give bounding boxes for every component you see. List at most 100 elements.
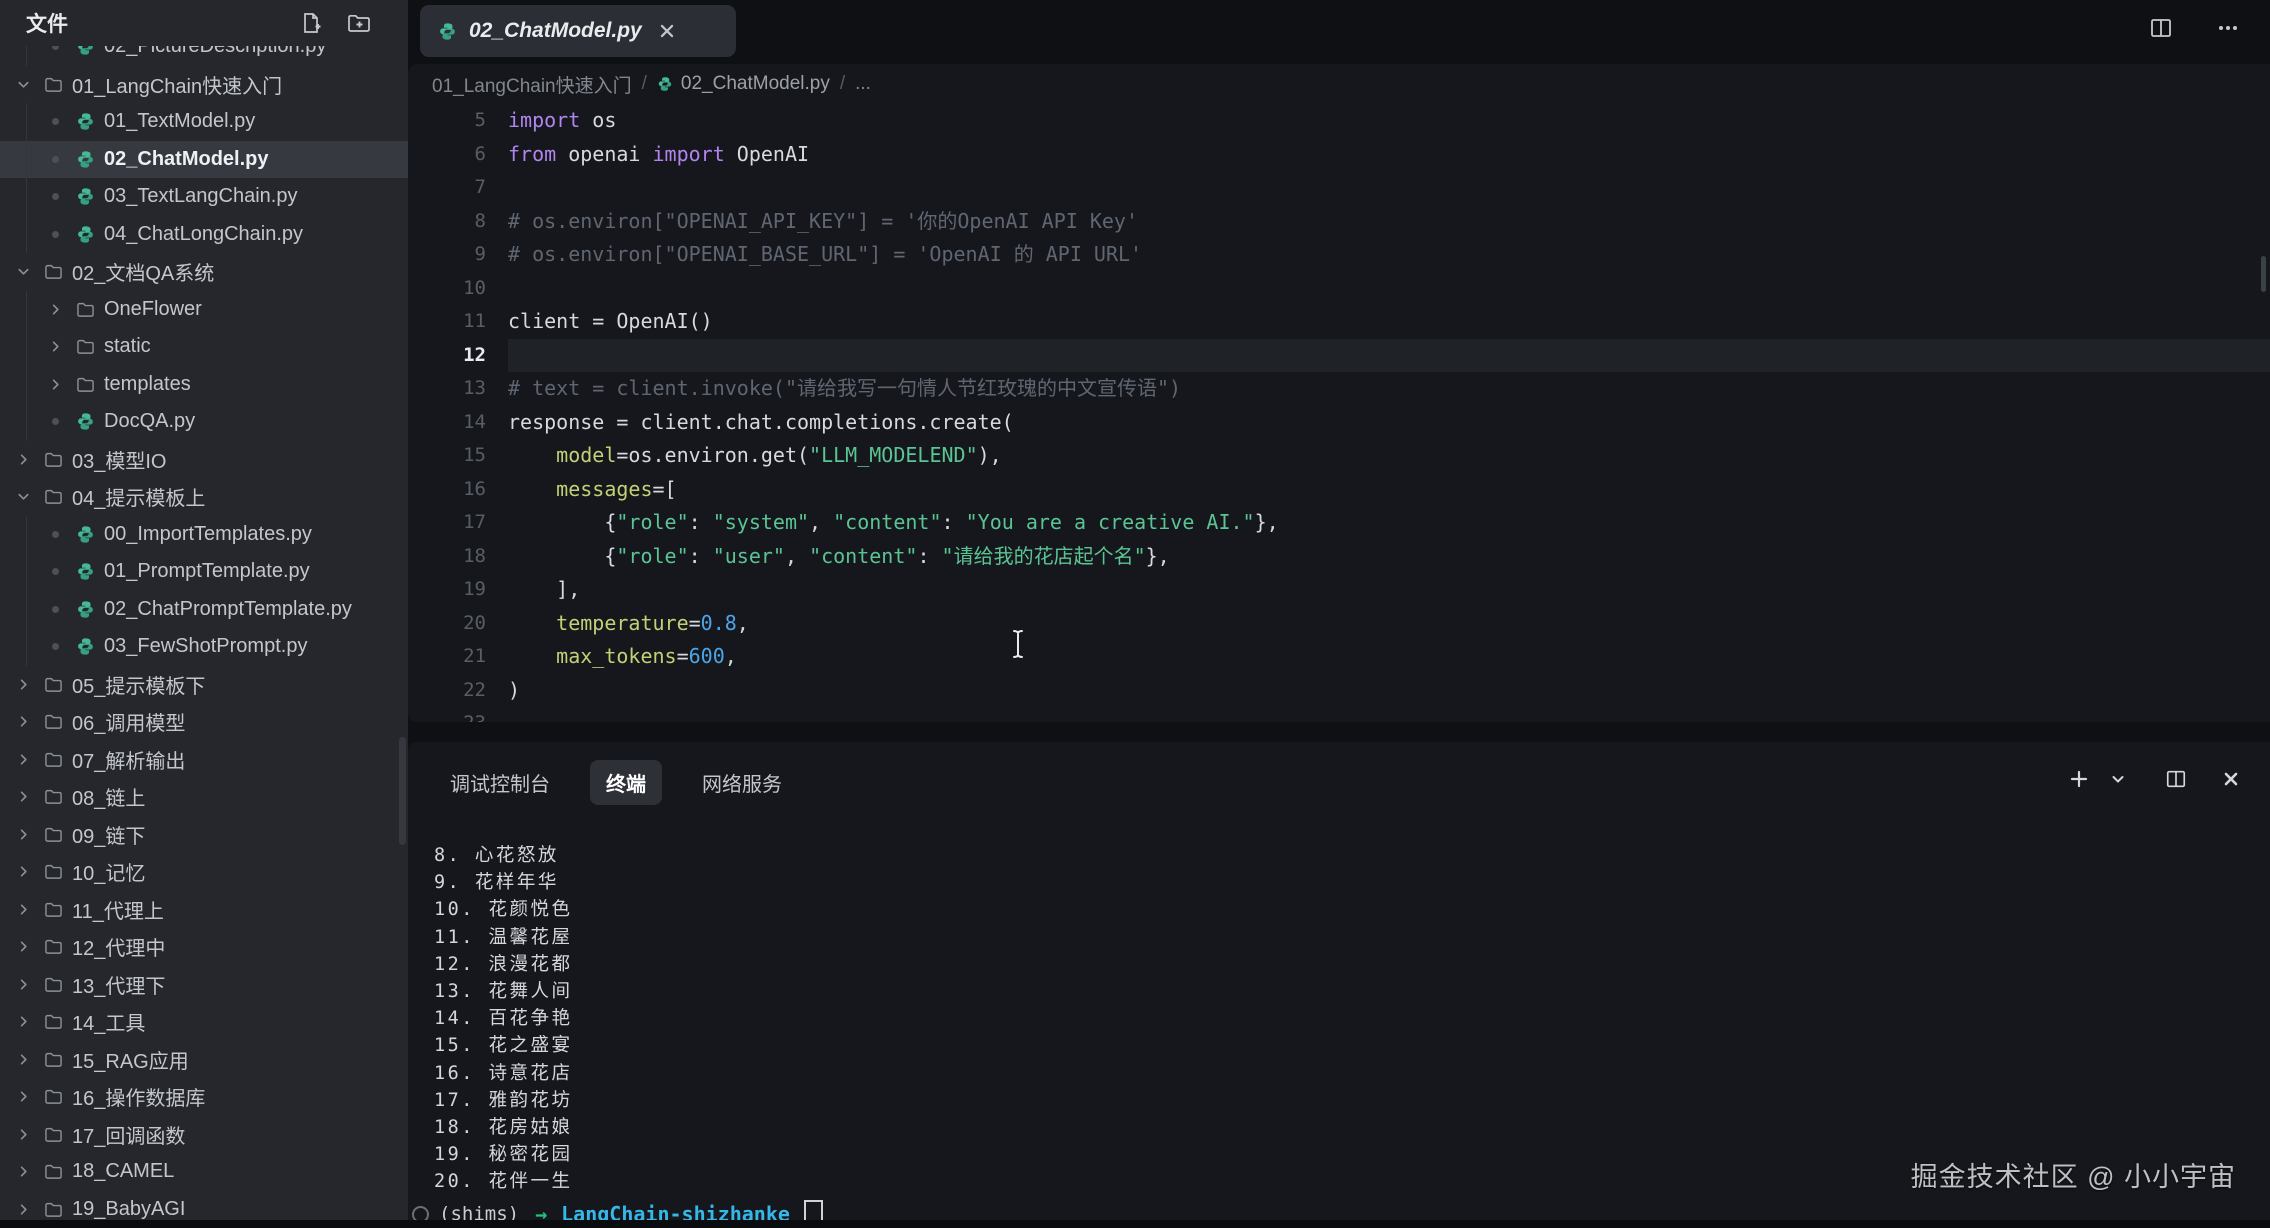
tree-item-04_提示模板上[interactable]: 04_提示模板上: [0, 478, 408, 516]
new-folder-button[interactable]: [346, 10, 372, 36]
tree-item-01_PromptTemplate.py[interactable]: 01_PromptTemplate.py: [0, 553, 408, 591]
code-line-5[interactable]: 5import os: [408, 104, 2270, 138]
tree-item-label: 02_ChatModel.py: [104, 148, 268, 171]
panel-tab-终端[interactable]: 终端: [590, 760, 662, 805]
chevron-right-icon[interactable]: [8, 827, 38, 842]
chevron-down-icon[interactable]: [8, 489, 38, 504]
new-file-button[interactable]: [298, 10, 324, 36]
chevron-right-icon[interactable]: [8, 977, 38, 992]
tree-item-OneFlower[interactable]: OneFlower: [0, 291, 408, 329]
tree-item-18_CAMEL[interactable]: 18_CAMEL: [0, 1153, 408, 1191]
code-line-10[interactable]: 10: [408, 272, 2270, 306]
terminal-dropdown-button[interactable]: [2104, 771, 2132, 787]
chevron-right-icon[interactable]: [8, 1052, 38, 1067]
code-line-13[interactable]: 13# text = client.invoke("请给我写一句情人节红玫瑰的中…: [408, 372, 2270, 406]
chevron-right-icon[interactable]: [8, 677, 38, 692]
code-line-17[interactable]: 17 {"role": "system", "content": "You ar…: [408, 506, 2270, 540]
code-line-21[interactable]: 21 max_tokens=600,: [408, 640, 2270, 674]
sidebar-scrollbar-thumb[interactable]: [399, 737, 406, 845]
file-tree[interactable]: 02_PictureDescription.py01_LangChain快速入门…: [0, 28, 408, 1220]
chevron-right-icon[interactable]: [8, 1164, 38, 1179]
folder-icon: [38, 451, 68, 468]
code-line-12[interactable]: 12: [408, 339, 2270, 373]
close-panel-button[interactable]: [2216, 770, 2246, 788]
folder-icon: [38, 976, 68, 993]
chevron-right-icon[interactable]: [40, 339, 70, 354]
tree-item-03_TextLangChain.py[interactable]: 03_TextLangChain.py: [0, 178, 408, 216]
tree-item-00_ImportTemplates.py[interactable]: 00_ImportTemplates.py: [0, 516, 408, 554]
tree-item-02_文档QA系统[interactable]: 02_文档QA系统: [0, 253, 408, 291]
panel-tab-网络服务[interactable]: 网络服务: [686, 760, 798, 805]
code-line-19[interactable]: 19 ],: [408, 573, 2270, 607]
tree-item-07_解析输出[interactable]: 07_解析输出: [0, 741, 408, 779]
chevron-right-icon[interactable]: [8, 864, 38, 879]
code-line-20[interactable]: 20 temperature=0.8,: [408, 607, 2270, 641]
tree-item-01_TextModel.py[interactable]: 01_TextModel.py: [0, 103, 408, 141]
terminal-output[interactable]: 8. 心花怒放9. 花样年华10. 花颜悦色11. 温馨花屋12. 浪漫花都13…: [434, 842, 2270, 1195]
tree-item-15_RAG应用[interactable]: 15_RAG应用: [0, 1041, 408, 1079]
tree-item-10_记忆[interactable]: 10_记忆: [0, 853, 408, 891]
code-line-18[interactable]: 18 {"role": "user", "content": "请给我的花店起个…: [408, 540, 2270, 574]
panel-tab-调试控制台[interactable]: 调试控制台: [434, 760, 566, 805]
tree-item-06_调用模型[interactable]: 06_调用模型: [0, 703, 408, 741]
code-line-23[interactable]: 23: [408, 707, 2270, 722]
tree-item-04_ChatLongChain.py[interactable]: 04_ChatLongChain.py: [0, 216, 408, 254]
chevron-right-icon[interactable]: [40, 302, 70, 317]
code-line-16[interactable]: 16 messages=[: [408, 473, 2270, 507]
tree-item-02_ChatPromptTemplate.py[interactable]: 02_ChatPromptTemplate.py: [0, 591, 408, 629]
tree-item-11_代理上[interactable]: 11_代理上: [0, 891, 408, 929]
tree-item-static[interactable]: static: [0, 328, 408, 366]
chevron-right-icon[interactable]: [8, 902, 38, 917]
tree-item-01_LangChain快速入门[interactable]: 01_LangChain快速入门: [0, 66, 408, 104]
chevron-down-icon[interactable]: [8, 264, 38, 279]
tree-item-templates[interactable]: templates: [0, 366, 408, 404]
tree-item-12_代理中[interactable]: 12_代理中: [0, 928, 408, 966]
tab-close-button[interactable]: [658, 22, 676, 40]
chevron-down-icon[interactable]: [8, 77, 38, 92]
code-line-11[interactable]: 11client = OpenAI(): [408, 305, 2270, 339]
tree-item-19_BabyAGI[interactable]: 19_BabyAGI: [0, 1191, 408, 1221]
code-line-22[interactable]: 22): [408, 674, 2270, 708]
split-panel-button[interactable]: [2158, 768, 2194, 790]
breadcrumb-folder[interactable]: 01_LangChain快速入门: [432, 71, 632, 98]
chevron-right-icon[interactable]: [8, 939, 38, 954]
chevron-right-icon[interactable]: [8, 789, 38, 804]
tree-item-08_链上[interactable]: 08_链上: [0, 778, 408, 816]
chevron-right-icon[interactable]: [8, 452, 38, 467]
chevron-right-icon[interactable]: [8, 1089, 38, 1104]
tree-item-13_代理下[interactable]: 13_代理下: [0, 966, 408, 1004]
tree-item-label: 03_模型IO: [72, 445, 166, 474]
tree-item-label: 02_ChatPromptTemplate.py: [104, 598, 352, 621]
code-editor[interactable]: 5import os6from openai import OpenAI78# …: [408, 104, 2270, 722]
tree-item-16_操作数据库[interactable]: 16_操作数据库: [0, 1078, 408, 1116]
tree-item-09_链下[interactable]: 09_链下: [0, 816, 408, 854]
code-line-8[interactable]: 8# os.environ["OPENAI_API_KEY"] = '你的Ope…: [408, 205, 2270, 239]
code-line-7[interactable]: 7: [408, 171, 2270, 205]
new-terminal-button[interactable]: [2062, 768, 2096, 790]
tab-02-chatmodel[interactable]: 02_ChatModel.py: [420, 5, 736, 57]
code-line-9[interactable]: 9# os.environ["OPENAI_BASE_URL"] = 'Open…: [408, 238, 2270, 272]
code-line-15[interactable]: 15 model=os.environ.get("LLM_MODELEND"),: [408, 439, 2270, 473]
chevron-right-icon[interactable]: [8, 752, 38, 767]
breadcrumb-file[interactable]: 02_ChatModel.py: [681, 73, 830, 95]
editor-scrollbar-thumb[interactable]: [2261, 256, 2266, 292]
tree-item-14_工具[interactable]: 14_工具: [0, 1003, 408, 1041]
tree-item-03_FewShotPrompt.py[interactable]: 03_FewShotPrompt.py: [0, 628, 408, 666]
breadcrumb-more[interactable]: ...: [855, 73, 871, 95]
chevron-right-icon[interactable]: [40, 377, 70, 392]
code-line-14[interactable]: 14response = client.chat.completions.cre…: [408, 406, 2270, 440]
python-icon: [70, 600, 100, 619]
terminal-prompt[interactable]: (shims) → LangChain-shizhanke: [412, 1199, 2270, 1220]
chevron-right-icon[interactable]: [8, 1127, 38, 1142]
tree-item-DocQA.py[interactable]: DocQA.py: [0, 403, 408, 441]
tree-item-02_ChatModel.py[interactable]: 02_ChatModel.py: [0, 141, 408, 179]
chevron-right-icon[interactable]: [8, 1014, 38, 1029]
tree-item-03_模型IO[interactable]: 03_模型IO: [0, 441, 408, 479]
split-editor-button[interactable]: [2148, 16, 2174, 40]
more-actions-button[interactable]: [2214, 16, 2242, 40]
chevron-right-icon[interactable]: [8, 1202, 38, 1217]
tree-item-05_提示模板下[interactable]: 05_提示模板下: [0, 666, 408, 704]
chevron-right-icon[interactable]: [8, 714, 38, 729]
tree-item-17_回调函数[interactable]: 17_回调函数: [0, 1116, 408, 1154]
code-line-6[interactable]: 6from openai import OpenAI: [408, 138, 2270, 172]
